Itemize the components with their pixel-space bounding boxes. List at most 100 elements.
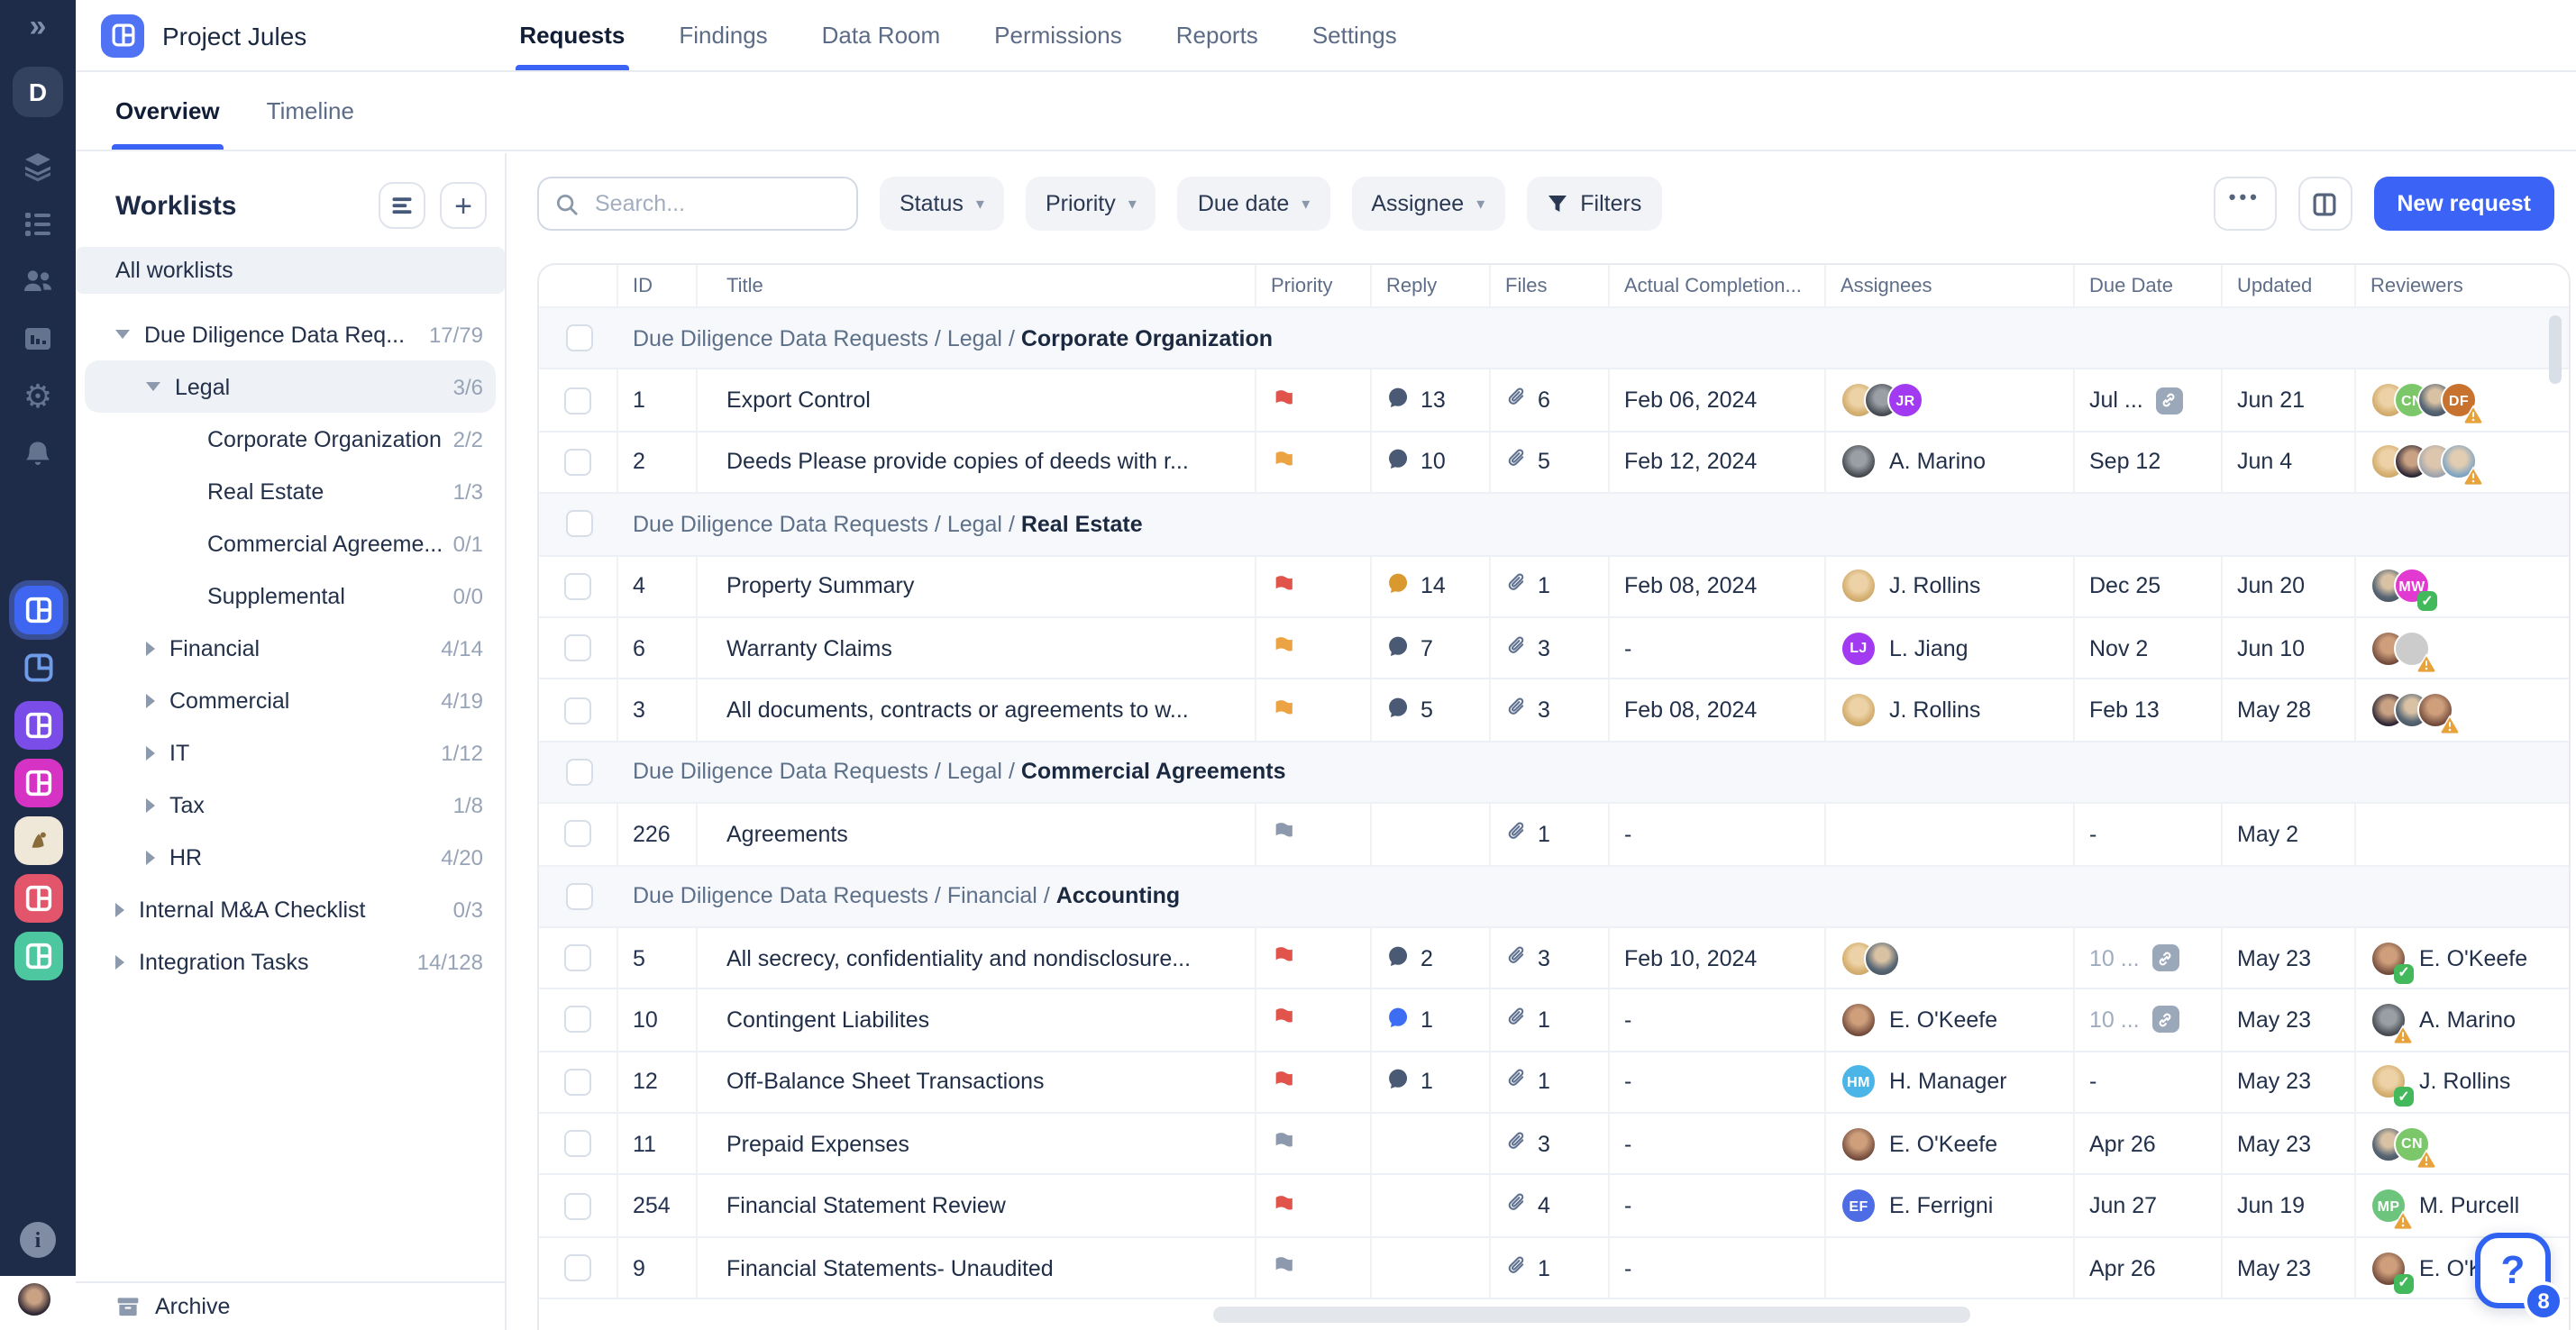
group-row[interactable]: Due Diligence Data Requests / Legal / Re… — [539, 494, 2569, 556]
checkbox[interactable] — [564, 821, 591, 848]
assignees-cell[interactable]: EFE. Ferrigni — [1826, 1176, 2075, 1236]
gear-icon[interactable]: ⚙ — [22, 380, 54, 413]
list-icon[interactable] — [22, 207, 54, 240]
checkbox[interactable] — [565, 759, 592, 786]
files-cell[interactable]: 1 — [1491, 1052, 1610, 1112]
files-cell[interactable]: 1 — [1491, 556, 1610, 616]
files-cell[interactable]: 1 — [1491, 990, 1610, 1051]
table-row[interactable]: 226Agreements1--May 2 — [539, 804, 2569, 866]
tree-arrow-icon[interactable] — [146, 850, 155, 864]
worklist-item-corporate-organization[interactable]: Corporate Organization2/2 — [76, 413, 505, 465]
files-cell[interactable]: 1 — [1491, 1238, 1610, 1298]
checkbox[interactable] — [565, 882, 592, 909]
reviewers-cell[interactable] — [2356, 680, 2569, 741]
filter-pill-status[interactable]: Status▾ — [880, 177, 1004, 231]
priority-flag-icon[interactable] — [1271, 1131, 1298, 1158]
help-button[interactable]: ? 8 — [2475, 1233, 2551, 1308]
user-avatar[interactable] — [16, 1281, 52, 1317]
reviewers-cell[interactable] — [2356, 804, 2569, 864]
checkbox[interactable] — [564, 1192, 591, 1219]
table-row[interactable]: 254Financial Statement Review4-EFE. Ferr… — [539, 1176, 2569, 1238]
new-request-button[interactable]: New request — [2373, 177, 2554, 231]
search-input[interactable] — [591, 189, 840, 218]
breadcrumb-link[interactable]: Due Diligence Data Requests — [633, 512, 928, 537]
worklist-item-financial[interactable]: Financial4/14 — [76, 622, 505, 674]
horizontal-scrollbar[interactable] — [1213, 1307, 1970, 1323]
tree-arrow-icon[interactable] — [115, 954, 124, 969]
worklist-item-supplemental[interactable]: Supplemental0/0 — [76, 569, 505, 622]
checkbox[interactable] — [564, 634, 591, 661]
breadcrumb-link[interactable]: Due Diligence Data Requests — [633, 325, 928, 351]
priority-flag-icon[interactable] — [1271, 1254, 1298, 1281]
column-header-reviewers[interactable]: Reviewers — [2356, 265, 2569, 306]
priority-flag-icon[interactable] — [1271, 821, 1298, 848]
worklist-item-hr[interactable]: HR4/20 — [76, 831, 505, 883]
chevrons-right-icon[interactable]: » — [30, 11, 47, 41]
column-header-due-date[interactable]: Due Date — [2075, 265, 2223, 306]
reply-cell[interactable]: 7 — [1372, 618, 1491, 679]
files-cell[interactable]: 3 — [1491, 680, 1610, 741]
reviewers-cell[interactable]: A. Marino — [2356, 990, 2569, 1051]
reply-cell[interactable]: 14 — [1372, 556, 1491, 616]
reply-cell[interactable]: 1 — [1372, 990, 1491, 1051]
priority-flag-icon[interactable] — [1271, 944, 1298, 971]
reviewers-cell[interactable]: ✓J. Rollins — [2356, 1052, 2569, 1112]
project-icon[interactable] — [14, 643, 62, 692]
assignees-cell[interactable]: LJL. Jiang — [1826, 618, 2075, 679]
files-cell[interactable]: 3 — [1491, 928, 1610, 988]
tree-arrow-icon[interactable] — [115, 330, 130, 339]
assignees-cell[interactable]: J. Rollins — [1826, 556, 2075, 616]
checkbox[interactable] — [564, 387, 591, 414]
checkbox[interactable] — [564, 573, 591, 600]
breadcrumb-link[interactable]: Legal — [947, 325, 1002, 351]
worklist-item-integration-tasks[interactable]: Integration Tasks14/128 — [76, 935, 505, 988]
table-row[interactable]: 10Contingent Liabilites11-E. O'Keefe10 .… — [539, 990, 2569, 1052]
info-icon[interactable]: i — [20, 1222, 56, 1258]
table-row[interactable]: 1Export Control136Feb 06, 2024JRJul ...J… — [539, 370, 2569, 433]
column-header-assignees[interactable]: Assignees — [1826, 265, 2075, 306]
worklist-item-tax[interactable]: Tax1/8 — [76, 779, 505, 831]
reply-cell[interactable] — [1372, 804, 1491, 864]
bell-icon[interactable] — [22, 438, 54, 470]
priority-flag-icon[interactable] — [1271, 697, 1298, 724]
tree-arrow-icon[interactable] — [146, 693, 155, 707]
tree-arrow-icon[interactable] — [115, 902, 124, 916]
tree-arrow-icon[interactable] — [146, 382, 160, 391]
breadcrumb-link[interactable]: Due Diligence Data Requests — [633, 883, 928, 908]
reply-cell[interactable] — [1372, 1176, 1491, 1236]
add-worklist-button[interactable]: + — [440, 182, 487, 229]
tab-settings[interactable]: Settings — [1312, 0, 1397, 70]
reviewers-cell[interactable] — [2356, 433, 2569, 493]
group-row[interactable]: Due Diligence Data Requests / Legal / Co… — [539, 308, 2569, 370]
due-date-cell[interactable]: Sep 12 — [2075, 433, 2223, 493]
assignees-cell[interactable] — [1826, 1238, 2075, 1298]
assignees-cell[interactable]: A. Marino — [1826, 433, 2075, 493]
table-row[interactable]: 2Deeds Please provide copies of deeds wi… — [539, 433, 2569, 495]
link-icon[interactable] — [2156, 387, 2183, 414]
all-worklists-item[interactable]: All worklists — [76, 247, 505, 294]
priority-flag-icon[interactable] — [1271, 1007, 1298, 1034]
tab-findings[interactable]: Findings — [679, 0, 767, 70]
checkbox[interactable] — [564, 1007, 591, 1034]
tree-arrow-icon[interactable] — [146, 797, 155, 812]
checkbox[interactable] — [564, 1131, 591, 1158]
reply-cell[interactable]: 2 — [1372, 928, 1491, 988]
reviewers-cell[interactable]: ✓E. O'Keefe — [2356, 928, 2569, 988]
table-row[interactable]: 6Warranty Claims73-LJL. JiangNov 2Jun 10 — [539, 618, 2569, 680]
tab-reports[interactable]: Reports — [1176, 0, 1258, 70]
due-date-cell[interactable]: Dec 25 — [2075, 556, 2223, 616]
reviewers-cell[interactable]: CN — [2356, 1114, 2569, 1174]
files-cell[interactable]: 5 — [1491, 433, 1610, 493]
tree-arrow-icon[interactable] — [146, 745, 155, 760]
files-cell[interactable]: 1 — [1491, 804, 1610, 864]
assignees-cell[interactable] — [1826, 804, 2075, 864]
files-cell[interactable]: 4 — [1491, 1176, 1610, 1236]
reply-cell[interactable]: 1 — [1372, 1052, 1491, 1112]
project-icon[interactable] — [14, 759, 62, 807]
link-icon[interactable] — [2152, 1007, 2179, 1034]
checkbox[interactable] — [564, 1069, 591, 1096]
due-date-cell[interactable]: Apr 26 — [2075, 1114, 2223, 1174]
priority-flag-icon[interactable] — [1271, 1192, 1298, 1219]
worklist-item-legal[interactable]: Legal3/6 — [85, 360, 496, 413]
reviewers-cell[interactable]: CNDF — [2356, 370, 2569, 431]
